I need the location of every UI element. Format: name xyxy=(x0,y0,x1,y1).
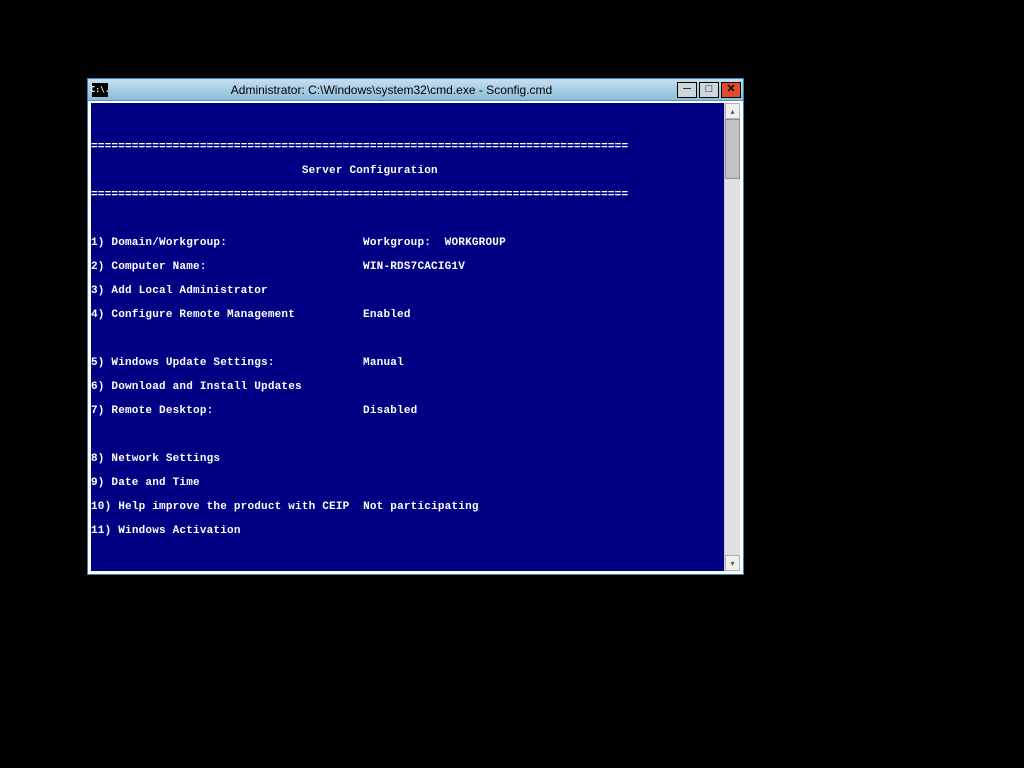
menu-item-windows-update: 5) Windows Update Settings: Manual xyxy=(91,357,724,369)
menu-item-download-updates: 6) Download and Install Updates xyxy=(91,381,724,393)
window-controls: ─ □ ✕ xyxy=(675,82,741,98)
menu-item-remote-desktop: 7) Remote Desktop: Disabled xyxy=(91,405,724,417)
item-label: Domain/Workgroup: xyxy=(111,237,363,249)
item-value: Not participating xyxy=(363,501,479,513)
item-label: Remote Desktop: xyxy=(111,405,363,417)
vertical-scrollbar[interactable]: ▴ ▾ xyxy=(724,103,740,571)
item-value: Enabled xyxy=(363,309,411,321)
divider-line: ========================================… xyxy=(91,141,724,153)
item-label: Computer Name: xyxy=(111,261,363,273)
item-num: 4) xyxy=(91,309,111,321)
item-num: 5) xyxy=(91,357,111,369)
item-num: 3) xyxy=(91,285,111,297)
menu-item-ceip: 10) Help improve the product with CEIP N… xyxy=(91,501,724,513)
menu-item-network-settings: 8) Network Settings xyxy=(91,453,724,465)
item-value: Manual xyxy=(363,357,404,369)
menu-item-remote-management: 4) Configure Remote Management Enabled xyxy=(91,309,724,321)
item-label: Windows Update Settings: xyxy=(111,357,363,369)
scroll-up-button[interactable]: ▴ xyxy=(725,103,740,119)
item-num: 7) xyxy=(91,405,111,417)
menu-item-domain-workgroup: 1) Domain/Workgroup: Workgroup: WORKGROU… xyxy=(91,237,724,249)
item-label: Network Settings xyxy=(111,453,220,465)
item-label: Help improve the product with CEIP xyxy=(118,501,363,513)
chevron-down-icon: ▾ xyxy=(730,559,734,568)
header-title: Server Configuration xyxy=(91,165,724,177)
cmd-window: C:\. Administrator: C:\Windows\system32\… xyxy=(87,78,744,575)
scroll-down-button[interactable]: ▾ xyxy=(725,555,740,571)
item-label: Windows Activation xyxy=(118,525,240,537)
divider-line: ========================================… xyxy=(91,189,724,201)
console-area[interactable]: ========================================… xyxy=(91,103,724,571)
menu-item-date-time: 9) Date and Time xyxy=(91,477,724,489)
menu-item-add-local-admin: 3) Add Local Administrator xyxy=(91,285,724,297)
item-label: Download and Install Updates xyxy=(111,381,301,393)
item-value: Disabled xyxy=(363,405,417,417)
close-button[interactable]: ✕ xyxy=(721,82,741,98)
item-num: 6) xyxy=(91,381,111,393)
blank-line xyxy=(91,333,724,345)
blank-line xyxy=(91,213,724,225)
window-title: Administrator: C:\Windows\system32\cmd.e… xyxy=(108,83,675,97)
item-label: Date and Time xyxy=(111,477,199,489)
scrollbar-thumb[interactable] xyxy=(725,119,740,179)
item-num: 2) xyxy=(91,261,111,273)
menu-item-activation: 11) Windows Activation xyxy=(91,525,724,537)
item-num: 8) xyxy=(91,453,111,465)
item-label: Configure Remote Management xyxy=(111,309,363,321)
item-label: Add Local Administrator xyxy=(111,285,267,297)
item-value: WIN-RDS7CACIG1V xyxy=(363,261,465,273)
blank-line xyxy=(91,429,724,441)
minimize-button[interactable]: ─ xyxy=(677,82,697,98)
cmd-icon: C:\. xyxy=(92,83,108,97)
item-num: 9) xyxy=(91,477,111,489)
item-value: Workgroup: WORKGROUP xyxy=(363,237,506,249)
titlebar[interactable]: C:\. Administrator: C:\Windows\system32\… xyxy=(88,79,743,101)
item-num: 11) xyxy=(91,525,118,537)
chevron-up-icon: ▴ xyxy=(730,107,734,116)
scrollbar-track[interactable] xyxy=(725,119,740,555)
window-body: ========================================… xyxy=(88,101,743,574)
blank-line xyxy=(91,549,724,561)
blank-line xyxy=(91,117,724,129)
menu-item-computer-name: 2) Computer Name: WIN-RDS7CACIG1V xyxy=(91,261,724,273)
item-num: 10) xyxy=(91,501,118,513)
item-num: 1) xyxy=(91,237,111,249)
maximize-button[interactable]: □ xyxy=(699,82,719,98)
